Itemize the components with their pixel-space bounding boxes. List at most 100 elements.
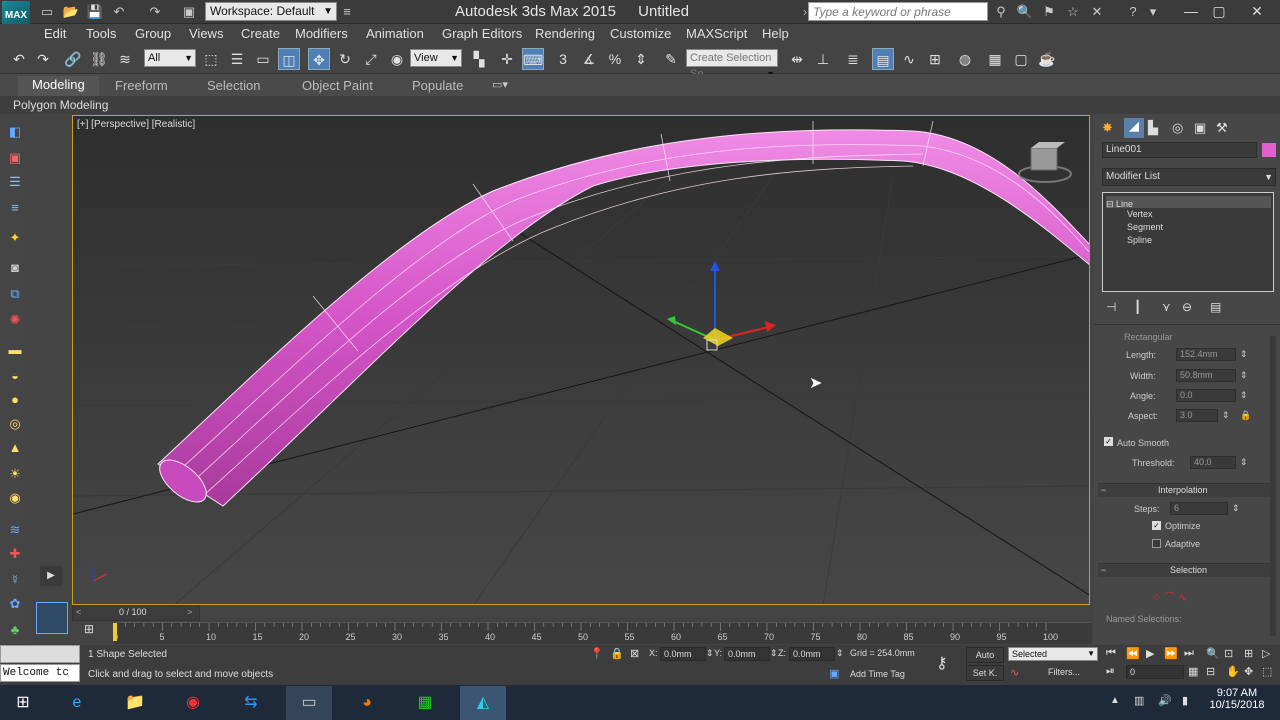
edit-named-selection-icon[interactable]: ✎ — [660, 48, 682, 70]
close-button[interactable]: ✕ — [1242, 0, 1272, 22]
undo-icon[interactable]: ↶ — [8, 48, 30, 70]
firefox-icon[interactable]: ◕ — [344, 686, 390, 720]
menu-create[interactable]: Create — [241, 26, 280, 41]
auto-key-button[interactable]: Auto — [966, 647, 1004, 663]
menu-rendering[interactable]: Rendering — [535, 26, 595, 41]
selection-rollout-header[interactable]: − Selection — [1098, 563, 1270, 577]
menu-maxscript[interactable]: MAXScript — [686, 26, 747, 41]
layer-manager-icon[interactable]: ≣ — [842, 48, 864, 70]
snaps-toggle-icon[interactable]: 3 — [552, 48, 574, 70]
menu-edit[interactable]: Edit — [44, 26, 66, 41]
tab-modeling[interactable]: Modeling — [18, 76, 99, 96]
place-icon[interactable]: ◉ — [386, 48, 408, 70]
redo-icon[interactable]: ↷ — [146, 3, 164, 21]
menu-group[interactable]: Group — [135, 26, 171, 41]
star-icon[interactable]: ☆ — [1064, 3, 1082, 21]
zoom-icon[interactable]: 🔍 — [1206, 647, 1220, 660]
interpolation-rollout-header[interactable]: − Interpolation — [1098, 483, 1270, 497]
help-icon[interactable]: ? — [1124, 3, 1142, 21]
list-icon[interactable]: ≡ — [5, 198, 25, 218]
project-folder-icon[interactable]: ▣ — [180, 3, 198, 21]
select-manipulate-icon[interactable]: ✛ — [496, 48, 518, 70]
angle-snap-icon[interactable]: ∡ — [578, 48, 600, 70]
stack-item-line[interactable]: ⊟ Line — [1106, 196, 1271, 209]
tab-freeform[interactable]: Freeform — [115, 78, 168, 93]
internet-explorer-icon[interactable]: e — [54, 686, 100, 720]
help-chevron-icon[interactable]: ▾ — [1144, 3, 1162, 21]
configure-modifier-sets-icon[interactable]: ▤ — [1210, 300, 1221, 314]
remove-modifier-icon[interactable]: ⊖ — [1182, 300, 1192, 314]
lock-aspect-icon[interactable]: 🔒 — [1240, 410, 1251, 421]
auto-smooth-checkbox[interactable]: ✓ — [1104, 437, 1113, 446]
make-unique-icon[interactable]: ⋎ — [1162, 300, 1171, 314]
3dsmax-taskbar-icon[interactable]: ◭ — [460, 686, 506, 720]
go-to-start-icon[interactable]: ⏮ — [1106, 647, 1116, 660]
time-slider-next-icon[interactable]: > — [187, 607, 192, 617]
tab-object-paint[interactable]: Object Paint — [302, 78, 373, 93]
box-icon[interactable]: ▬ — [5, 340, 25, 360]
motion-tab-icon[interactable]: ◎ — [1172, 120, 1183, 136]
steps-field[interactable]: 6 — [1170, 502, 1228, 515]
menu-toggle-icon[interactable]: ≡ — [338, 3, 356, 21]
zoom-all-icon[interactable]: ⊞ — [1244, 647, 1253, 660]
undo-icon[interactable]: ↶ — [110, 3, 128, 21]
open-file-icon[interactable]: 📂 — [62, 3, 80, 21]
width-spinner-icon[interactable]: ⇕ — [1240, 370, 1248, 381]
scene-explorer-icon[interactable]: ▣ — [5, 148, 25, 168]
x-coordinate-field[interactable]: 0.0mm — [660, 647, 706, 661]
named-selection-set-dropdown[interactable]: Create Selection Se ▼ — [686, 49, 778, 80]
track-bar[interactable]: 0510152025303540455055606570758085909510… — [114, 622, 1092, 644]
orbit-icon[interactable]: ✥ — [1244, 665, 1253, 678]
windows-start-icon[interactable]: ⊞ — [0, 686, 46, 720]
minimize-button[interactable]: — — [1176, 0, 1206, 22]
spacewarp-icon[interactable]: ≋ — [5, 520, 25, 540]
current-frame-marker[interactable] — [113, 623, 117, 641]
redo-icon[interactable]: ↷ — [32, 48, 54, 70]
schematic-view-icon[interactable]: ⊞ — [924, 48, 946, 70]
dynamics-icon[interactable]: ✚ — [5, 544, 25, 564]
polygon-modeling-label[interactable]: Polygon Modeling — [13, 98, 108, 112]
mirror-icon[interactable]: ⇹ — [786, 48, 808, 70]
threshold-spinner-icon[interactable]: ⇕ — [1240, 457, 1248, 468]
layer-explorer-icon[interactable]: ☰ — [5, 172, 25, 192]
threshold-field[interactable]: 40.0 — [1190, 456, 1236, 469]
aspect-field[interactable]: 3.0 — [1176, 409, 1218, 422]
search-input[interactable]: Type a keyword or phrase — [808, 2, 988, 21]
panel-scrollbar[interactable] — [1270, 336, 1276, 636]
binoculars-icon[interactable]: ⚲ — [992, 3, 1010, 21]
viewport-label[interactable]: [+] [Perspective] [Realistic] — [77, 119, 195, 130]
network-icon[interactable]: ▥ — [1134, 694, 1144, 707]
selection-region-icon[interactable]: ▭ — [252, 48, 274, 70]
new-file-icon[interactable]: ▭ — [38, 3, 56, 21]
key-mode-icon[interactable]: ∿ — [1010, 666, 1019, 679]
pivot-center-icon[interactable]: ▚ — [468, 48, 490, 70]
close-communication-icon[interactable]: ✕ — [1088, 3, 1106, 21]
battery-icon[interactable]: ▮ — [1182, 694, 1188, 707]
rendered-frame-window-icon[interactable]: ▢ — [1010, 48, 1032, 70]
pin-stack-icon[interactable]: ⊣ — [1106, 300, 1116, 314]
field-of-view-icon[interactable]: ▷ — [1262, 647, 1270, 660]
steps-spinner-icon[interactable]: ⇕ — [1232, 503, 1240, 514]
window-crossing-icon[interactable]: ◫ — [278, 48, 300, 70]
menu-customize[interactable]: Customize — [610, 26, 671, 41]
save-icon[interactable]: 💾 — [86, 3, 104, 21]
selection-filter-dropdown[interactable]: All ▼ — [144, 49, 196, 67]
angle-spinner-icon[interactable]: ⇕ — [1240, 390, 1248, 401]
set-key-icon[interactable]: ⚷ — [936, 653, 948, 673]
file-explorer-icon[interactable]: 📁 — [112, 686, 158, 720]
select-and-move-icon[interactable]: ✥ — [308, 48, 330, 70]
x-spinner-icon[interactable]: ⇕ — [706, 648, 714, 659]
menu-graph-editors[interactable]: Graph Editors — [442, 26, 522, 41]
modifier-list-dropdown[interactable]: Modifier List ▼ — [1102, 168, 1276, 186]
previous-frame-icon[interactable]: ⏪ — [1126, 647, 1140, 660]
tab-selection[interactable]: Selection — [207, 78, 260, 93]
maximize-viewport-icon[interactable]: ⬚ — [1262, 665, 1272, 678]
stack-item-vertex[interactable]: Vertex — [1127, 209, 1153, 219]
show-end-result-icon[interactable]: ┃ — [1134, 300, 1141, 314]
current-frame-field[interactable]: 0 — [1126, 665, 1184, 679]
display-tab-icon[interactable]: ▣ — [1194, 120, 1206, 136]
viewport-layout-icon[interactable]: ◧ — [5, 122, 25, 142]
set-key-button[interactable]: Set K. — [966, 665, 1004, 681]
utilities-tab-icon[interactable]: ⚒ — [1216, 120, 1228, 136]
menu-help[interactable]: Help — [762, 26, 789, 41]
